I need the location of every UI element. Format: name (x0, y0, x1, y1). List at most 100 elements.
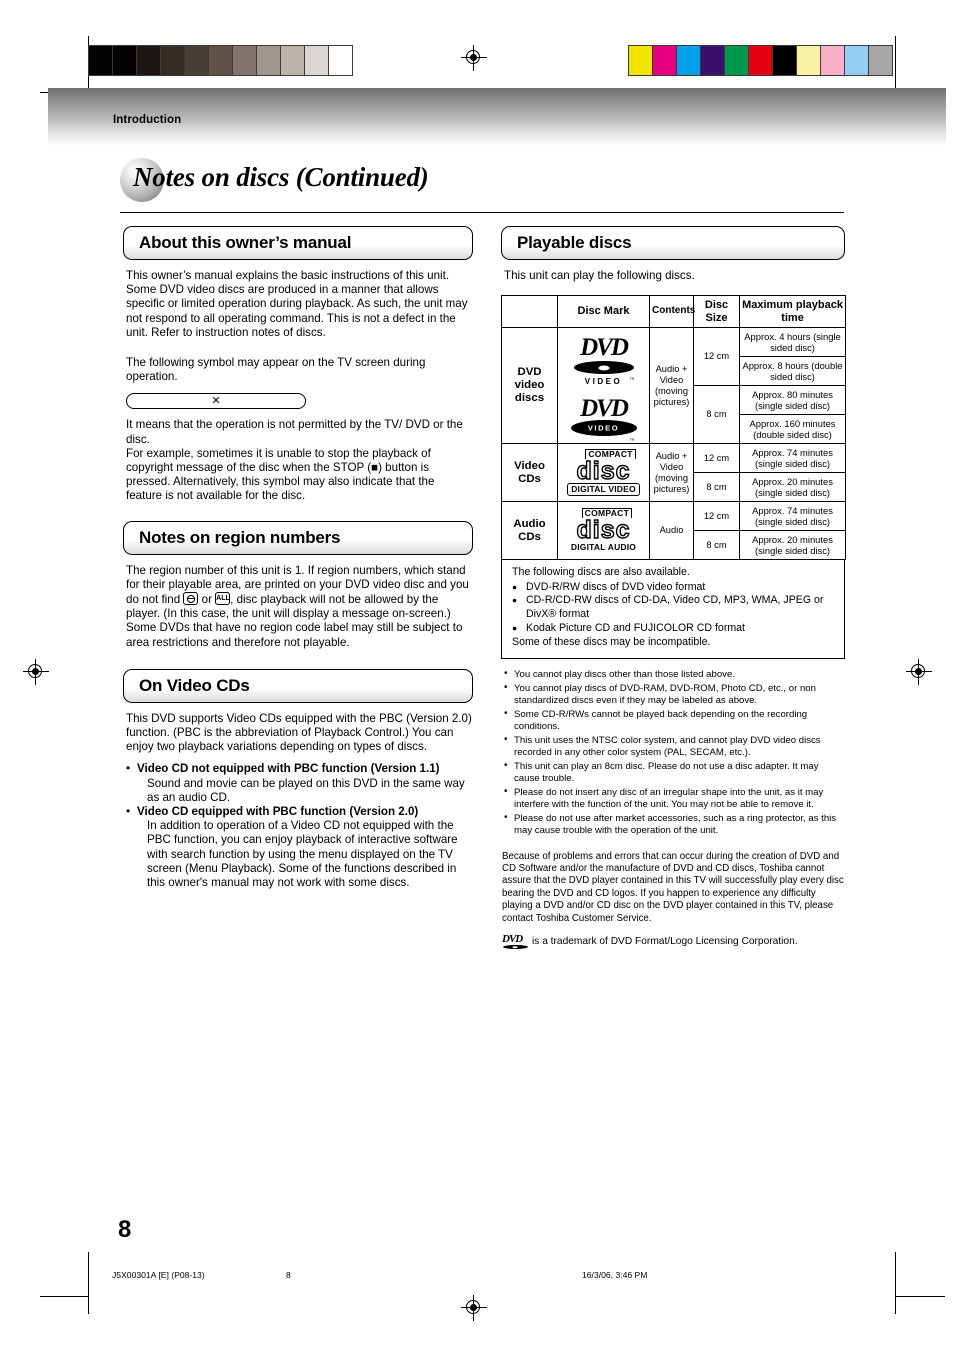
dvd-video-logo-1: DVD VIDEO ™ (573, 334, 635, 387)
table-header-row: Disc Mark Contents Disc Size Maximum pla… (501, 295, 846, 329)
cell-contents-audio-cd: Audio (649, 501, 694, 561)
color-swatch-5 (209, 46, 233, 75)
color-swatch-8 (281, 46, 305, 75)
footer-timestamp: 16/3/06, 3:46 PM (582, 1270, 648, 1280)
footer-document-code: J5X00301A [E] (P08-13) (112, 1270, 205, 1280)
closing-paragraph: Because of problems and errors that can … (502, 850, 844, 924)
color-calibration-bar (628, 45, 893, 76)
digital-audio-label: DIGITAL AUDIO (570, 542, 637, 553)
color-swatch-7 (257, 46, 281, 75)
cell-playback-time: Approx. 20 minutes (single sided disc) (739, 530, 846, 561)
heading-about-owners-manual: About this owner’s manual (123, 226, 473, 260)
cell-disc-size: 8 cm (693, 472, 740, 503)
color-swatch-3 (161, 46, 185, 75)
list-item: This unit can play an 8cm disc. Please d… (502, 760, 845, 786)
dvd-wordmark: DVD (580, 395, 629, 423)
crop-mark-bottom-left-vertical (88, 1252, 89, 1314)
registration-mark-left (23, 659, 49, 685)
list-item: Please do not use after market accessori… (502, 812, 845, 838)
list-item: Please do not insert any disc of an irre… (502, 786, 845, 812)
column-header-maximum-playback-time: Maximum playback time (739, 295, 846, 329)
crop-mark-bottom-right-horizontal (895, 1296, 945, 1297)
cell-playback-time: Approx. 8 hours (double sided disc) (739, 356, 846, 387)
dvd-wordmark: DVD (580, 334, 629, 362)
region-code-all-icon: ALL (215, 592, 231, 606)
registration-mark-top (461, 45, 487, 71)
column-header-contents: Contents (649, 295, 695, 329)
cell-disc-mark-dvd: DVD VIDEO ™ DVD VIDEO ™ (557, 327, 650, 445)
color-swatch-2 (677, 46, 701, 75)
cell-disc-size: 12 cm (693, 501, 740, 532)
grayscale-calibration-bar (88, 45, 353, 76)
dvd-logo-small-icon: DVD (502, 934, 528, 950)
list-item: Video CD equipped with PBC function (Ver… (126, 804, 473, 890)
playable-discs-table: Disc Mark Contents Disc Size Maximum pla… (501, 295, 846, 561)
list-item: Some CD-R/RWs cannot be played back depe… (502, 708, 845, 734)
trademark-superscript: ™ (629, 377, 635, 384)
owner-manual-paragraph-3a: It means that the operation is not permi… (126, 418, 463, 446)
cell-disc-size: 8 cm (693, 385, 740, 445)
cell-contents-video-cd: Audio + Video (moving pictures) (649, 443, 694, 503)
heading-label: On Video CDs (139, 675, 250, 695)
owner-manual-paragraph-1: This owner’s manual explains the basic i… (126, 269, 468, 339)
cell-playback-time: Approx. 74 minutes (single sided disc) (739, 443, 846, 474)
dvd-disc-ellipse (573, 361, 634, 375)
cell-disc-size: 8 cm (693, 530, 740, 561)
heading-on-video-cds: On Video CDs (123, 668, 473, 703)
cautions-list: You cannot play discs other than those l… (502, 668, 845, 838)
dvd-disc-ellipse: VIDEO (570, 420, 637, 437)
color-swatch-4 (725, 46, 749, 75)
title-divider (120, 212, 844, 213)
page-title: Notes on discs (Continued) (133, 162, 429, 192)
left-column: About this owner’s manual This owner’s m… (123, 226, 473, 890)
footer-page-number: 8 (286, 1270, 291, 1280)
color-swatch-5 (749, 46, 773, 75)
color-swatch-10 (869, 46, 892, 75)
column-header-blank (501, 295, 558, 329)
audio-cd-logo: COMPACT disc DIGITAL AUDIO (571, 508, 636, 553)
video-cd-item-title: Video CD equipped with PBC function (Ver… (137, 805, 419, 819)
color-swatch-3 (701, 46, 725, 75)
trademark-superscript: ™ (629, 438, 635, 445)
video-cd-item-body: In addition to operation of a Video CD n… (147, 819, 458, 890)
owner-manual-paragraph-3b: For example, sometimes it is unable to s… (126, 446, 435, 503)
also-available-tail: Some of these discs may be incompatible. (512, 636, 711, 649)
trademark-text: is a trademark of DVD Format/Logo Licens… (532, 936, 798, 948)
color-swatch-9 (305, 46, 329, 75)
table-row: DVD video discs DVD VIDEO ™ DVD VIDEO ™ … (501, 327, 846, 445)
video-cds-list: Video CD not equipped with PBC function … (126, 761, 473, 890)
also-available-lead: The following discs are also available. (512, 566, 690, 579)
registration-mark-right (906, 659, 932, 685)
color-swatch-1 (653, 46, 677, 75)
heading-label: Playable discs (517, 233, 632, 252)
list-item: You cannot play discs of DVD-RAM, DVD-RO… (502, 682, 845, 708)
color-swatch-1 (113, 46, 137, 75)
crop-mark-bottom-right-vertical (895, 1252, 896, 1314)
region-numbers-paragraph: The region number of this unit is 1. If … (126, 564, 473, 622)
prohibition-symbol-icon: ✕ (211, 394, 221, 407)
cell-playback-time: Approx. 4 hours (single sided disc) (739, 327, 846, 358)
also-available-note: The following discs are also available. … (501, 560, 845, 659)
video-cds-intro: This DVD supports Video CDs equipped wit… (126, 711, 472, 754)
color-swatch-6 (773, 46, 797, 75)
cell-category-video-cd: Video CDs (501, 443, 558, 503)
list-item: DVD-R/RW discs of DVD video format (512, 581, 836, 595)
header-band (48, 88, 946, 146)
dvd-video-subword: VIDEO (584, 377, 623, 387)
section-label: Introduction (113, 114, 182, 126)
color-swatch-8 (821, 46, 845, 75)
heading-label: Notes on region numbers (139, 527, 341, 547)
playable-discs-intro: This unit can play the following discs. (504, 269, 695, 282)
cell-contents-dvd: Audio + Video (moving pictures) (649, 327, 694, 445)
heading-playable-discs: Playable discs (501, 226, 845, 260)
color-swatch-10 (329, 46, 352, 75)
list-item: CD-R/CD-RW discs of CD-DA, Video CD, MP3… (512, 594, 836, 621)
table-row: Audio CDs COMPACT disc DIGITAL AUDIO Aud… (501, 501, 846, 561)
disc-wordmark: disc (576, 457, 631, 486)
color-swatch-6 (233, 46, 257, 75)
cell-disc-size: 12 cm (693, 443, 740, 474)
owner-manual-paragraph-2: The following symbol may appear on the T… (126, 356, 426, 384)
heading-notes-on-region-numbers: Notes on region numbers (123, 520, 473, 555)
trademark-notice: DVD is a trademark of DVD Format/Logo Li… (502, 934, 845, 950)
region-code-globe-icon (183, 592, 199, 606)
